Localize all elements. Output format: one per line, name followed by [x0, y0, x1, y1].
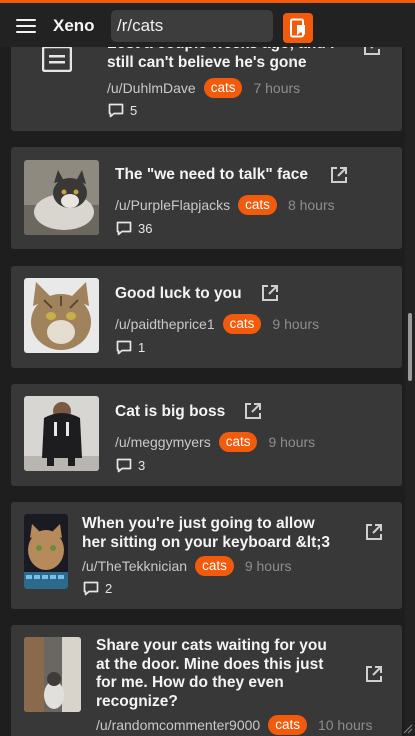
post-time: 8 hours: [287, 197, 335, 213]
post-thumbnail[interactable]: [24, 514, 68, 589]
post-title[interactable]: Good luck to you: [115, 285, 242, 304]
bookmark-icon: [290, 18, 305, 38]
external-link-icon[interactable]: [364, 664, 384, 684]
app-header: Xeno: [0, 3, 415, 47]
external-link-icon[interactable]: [243, 401, 263, 421]
post-time: 9 hours: [272, 316, 320, 332]
post-author[interactable]: /u/DuhlmDave: [107, 80, 196, 96]
cat-at-door-image: [24, 637, 81, 712]
post-meta: /u/TheTekknician cats 9 hours: [82, 556, 292, 576]
app-title: Xeno: [53, 16, 95, 35]
comment-icon: [116, 458, 132, 473]
resize-handle-icon[interactable]: [403, 724, 413, 734]
post-meta: /u/meggymyers cats 9 hours: [115, 432, 315, 452]
post-feed: Lost a couple weeks ago, and I still can…: [0, 0, 403, 736]
menu-icon[interactable]: [16, 19, 36, 33]
scrollbar[interactable]: [405, 47, 415, 736]
post-meta: /u/PurpleFlapjacks cats 8 hours: [115, 195, 335, 215]
external-link-icon[interactable]: [260, 283, 280, 303]
post-author[interactable]: /u/paidtheprice1: [115, 316, 215, 332]
subreddit-badge[interactable]: cats: [268, 715, 307, 735]
post-title[interactable]: Cat is big boss: [115, 403, 225, 422]
post-thumbnail[interactable]: [24, 160, 99, 235]
comment-count[interactable]: 3: [116, 458, 145, 473]
bookmark-button[interactable]: [283, 13, 313, 43]
post-thumbnail[interactable]: [24, 637, 81, 712]
grumpy-cat-image: [24, 160, 99, 235]
post-author[interactable]: /u/meggymyers: [115, 434, 211, 450]
comment-icon: [116, 221, 132, 236]
comment-count[interactable]: 2: [83, 581, 112, 596]
comment-count[interactable]: 5: [108, 103, 137, 118]
comment-count[interactable]: 1: [116, 340, 145, 355]
post-meta: /u/randomcommenter9000 cats 10 hours: [96, 715, 372, 735]
post-time: 7 hours: [253, 80, 301, 96]
post-title[interactable]: Share your cats waiting for you at the d…: [96, 637, 356, 711]
post-thumbnail[interactable]: [24, 278, 99, 353]
subreddit-badge[interactable]: cats: [203, 78, 243, 98]
comment-icon: [83, 581, 99, 596]
post-author[interactable]: /u/PurpleFlapjacks: [115, 197, 230, 213]
post-title[interactable]: When you're just going to allow her sitt…: [82, 515, 357, 552]
external-link-icon[interactable]: [329, 165, 349, 185]
external-link-icon[interactable]: [364, 522, 384, 542]
cat-on-keyboard-image: [24, 514, 68, 589]
subreddit-badge[interactable]: cats: [195, 556, 234, 576]
post-meta: /u/DuhlmDave cats 7 hours: [107, 78, 300, 98]
post-title[interactable]: The "we need to talk" face: [115, 166, 308, 185]
post-author[interactable]: /u/TheTekknician: [82, 558, 187, 574]
post-time: 10 hours: [317, 717, 373, 733]
post-thumbnail[interactable]: [24, 396, 99, 471]
post-card[interactable]: Cat is big boss /u/meggymyers cats 9 hou…: [11, 384, 402, 486]
scrollbar-thumb[interactable]: [408, 313, 412, 381]
subreddit-badge[interactable]: cats: [218, 432, 258, 452]
post-card[interactable]: Share your cats waiting for you at the d…: [11, 625, 402, 736]
post-card[interactable]: When you're just going to allow her sitt…: [11, 502, 402, 609]
post-card[interactable]: The "we need to talk" face /u/PurpleFlap…: [11, 147, 402, 249]
accent-bar: [0, 0, 415, 3]
tabby-cat-image: [24, 278, 99, 353]
subreddit-badge[interactable]: cats: [238, 195, 277, 215]
post-time: 9 hours: [268, 434, 316, 450]
cat-in-hoodie-image: [24, 396, 99, 471]
post-card[interactable]: Good luck to you /u/paidtheprice1 cats 9…: [11, 266, 402, 368]
comment-icon: [116, 340, 132, 355]
post-meta: /u/paidtheprice1 cats 9 hours: [115, 314, 319, 334]
text-post-icon: [42, 46, 72, 72]
comment-count[interactable]: 36: [116, 221, 152, 236]
post-time: 9 hours: [244, 558, 292, 574]
post-author[interactable]: /u/randomcommenter9000: [96, 717, 260, 733]
subreddit-badge[interactable]: cats: [222, 314, 262, 334]
subreddit-search-input[interactable]: [111, 10, 273, 42]
comment-icon: [108, 103, 124, 118]
